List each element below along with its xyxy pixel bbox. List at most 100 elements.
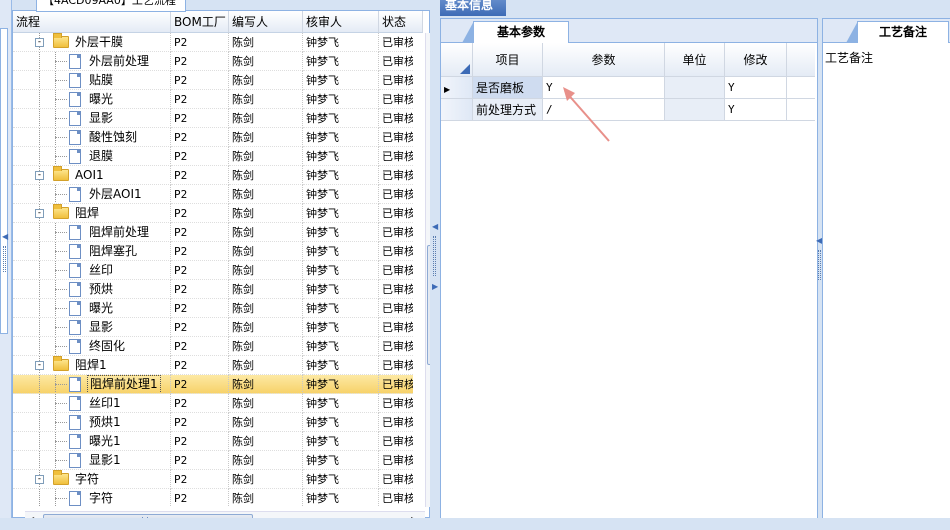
tree-row[interactable]: 退膜 P2 陈剑 钟梦飞 已审核 [13,147,413,166]
splitter-grip[interactable] [433,236,436,276]
tree-cell-name: 预烘1 [13,413,171,432]
tree-cell-reviewer: 钟梦飞 [303,489,379,507]
tree-row[interactable]: 预烘 P2 陈剑 钟梦飞 已审核 [13,280,413,299]
expand-right-arrow-icon[interactable]: ▶ [432,282,438,291]
tree-row[interactable]: 终固化 P2 陈剑 钟梦飞 已审核 [13,337,413,356]
tree-row[interactable]: 阻焊前处理1 P2 陈剑 钟梦飞 已审核 [13,375,413,394]
document-icon [69,282,81,297]
tree-cell-reviewer: 钟梦飞 [303,147,379,166]
tree-cell-writer: 陈剑 [229,451,303,470]
tree-cell-writer: 陈剑 [229,223,303,242]
collapse-toggle-icon[interactable]: - [35,38,44,47]
tree-node-label: 阻焊 [75,206,100,220]
tree-row[interactable]: 曝光 P2 陈剑 钟梦飞 已审核 [13,299,413,318]
tree-cell-writer: 陈剑 [229,356,303,375]
tree-row[interactable]: 显影 P2 陈剑 钟梦飞 已审核 [13,318,413,337]
tree-node-label: 曝光1 [89,434,121,448]
tree-cell-status: 已审核 [379,337,413,356]
left-strip-grip[interactable] [3,246,6,272]
grid-header-col-unit[interactable]: 单位 [665,43,725,77]
splitter-right-grip[interactable] [818,250,821,280]
tree-line [39,413,40,431]
tree-row[interactable]: - AOI1 P2 陈剑 钟梦飞 已审核 [13,166,413,185]
left-collapse-arrow-icon[interactable]: ◀ [2,232,8,241]
tree-cell-bom: P2 [171,470,229,489]
tree-node-label: 终固化 [89,339,126,353]
process-notes-label: 工艺备注 [825,51,874,65]
tab-process-notes[interactable]: 工艺备注 [846,21,949,43]
row-selector[interactable] [441,99,473,121]
tab-basic-params[interactable]: 基本参数 [462,21,569,43]
collapse-toggle-icon[interactable]: - [35,171,44,180]
tree-row[interactable]: 字符 P2 陈剑 钟梦飞 已审核 [13,489,413,507]
tree-row[interactable]: - 字符 P2 陈剑 钟梦飞 已审核 [13,470,413,489]
tree-row[interactable]: - 外层干膜 P2 陈剑 钟梦飞 已审核 [13,33,413,52]
document-icon [69,339,81,354]
tree-line [39,451,40,469]
tree-body: - 外层干膜 P2 陈剑 钟梦飞 已审核 外层前处理 P2 陈剑 钟梦飞 已审核 贴膜 P2 陈剑 钟梦飞已… [13,33,413,507]
tree-cell-reviewer: 钟梦飞 [303,375,379,394]
tree-row[interactable]: 外层前处理 P2 陈剑 钟梦飞 已审核 [13,52,413,71]
tree-node-label: 预烘 [89,282,114,296]
tree-cell-status: 已审核 [379,413,413,432]
tree-cell-bom: P2 [171,71,229,90]
grid-header-col-modify[interactable]: 修改 [725,43,787,77]
tree-row[interactable]: 曝光1 P2 陈剑 钟梦飞 已审核 [13,432,413,451]
tree-cell-bom: P2 [171,128,229,147]
tree-line [55,460,67,461]
tree-node-label: 退膜 [89,149,114,163]
grid-cell-item: 前处理方式 [473,99,543,121]
tree-cell-name: 阻焊前处理 [13,223,171,242]
annotation-arrow [563,87,610,142]
row-selector[interactable]: ▶ [441,77,473,99]
grid-header-col-item[interactable]: 项目 [473,43,543,77]
tree-line [39,71,40,89]
tree-cell-status: 已审核 [379,166,413,185]
tree-row[interactable]: 外层AOI1 P2 陈剑 钟梦飞 已审核 [13,185,413,204]
tree-cell-reviewer: 钟梦飞 [303,432,379,451]
grid-cell-unit[interactable] [665,99,725,121]
tree-row[interactable]: - 阻焊1 P2 陈剑 钟梦飞 已审核 [13,356,413,375]
tree-header-col-writer[interactable]: 编写人 [229,11,303,33]
process-flow-tab[interactable]: 【4ACD09AA0】工艺流程 [36,0,186,12]
tree-row[interactable]: 显影1 P2 陈剑 钟梦飞 已审核 [13,451,413,470]
tree-cell-status: 已审核 [379,432,413,451]
tree-cell-writer: 陈剑 [229,33,303,52]
tree-row[interactable]: - 阻焊 P2 陈剑 钟梦飞 已审核 [13,204,413,223]
document-icon [69,130,81,145]
tree-row[interactable]: 阻焊塞孔 P2 陈剑 钟梦飞 已审核 [13,242,413,261]
tree-cell-reviewer: 钟梦飞 [303,52,379,71]
tree-cell-writer: 陈剑 [229,299,303,318]
tree-line [39,261,40,279]
tree-cell-name: - 阻焊 [13,204,171,223]
tree-header-col-flow[interactable]: 流程 [13,11,171,33]
grid-cell-unit[interactable] [665,77,725,99]
tree-row[interactable]: 酸性蚀刻 P2 陈剑 钟梦飞 已审核 [13,128,413,147]
splitter-left[interactable]: ◀ ▶ [430,0,440,518]
tree-line [55,403,67,404]
tree-line [55,232,67,233]
tree-cell-name: - 阻焊1 [13,356,171,375]
tree-cell-writer: 陈剑 [229,280,303,299]
tree-row[interactable]: 阻焊前处理 P2 陈剑 钟梦飞 已审核 [13,223,413,242]
collapse-toggle-icon[interactable]: - [35,361,44,370]
collapse-toggle-icon[interactable]: - [35,475,44,484]
collapse-toggle-icon[interactable]: - [35,209,44,218]
tree-header-col-status[interactable]: 状态 [379,11,423,33]
tree-cell-reviewer: 钟梦飞 [303,204,379,223]
tree-header-col-reviewer[interactable]: 核审人 [303,11,379,33]
grid-header-col-param[interactable]: 参数 [543,43,665,77]
tree-row[interactable]: 曝光 P2 陈剑 钟梦飞 已审核 [13,90,413,109]
collapse-left-arrow-icon[interactable]: ◀ [432,222,438,231]
tree-cell-writer: 陈剑 [229,432,303,451]
tree-row[interactable]: 贴膜 P2 陈剑 钟梦飞 已审核 [13,71,413,90]
tree-header-col-bom-factory[interactable]: BOM工厂 [171,11,229,33]
tree-row[interactable]: 预烘1 P2 陈剑 钟梦飞 已审核 [13,413,413,432]
tree-cell-bom: P2 [171,52,229,71]
tree-cell-name: 外层前处理 [13,52,171,71]
tree-cell-name: 阻焊前处理1 [13,375,171,394]
tree-row[interactable]: 丝印1 P2 陈剑 钟梦飞 已审核 [13,394,413,413]
tree-cell-status: 已审核 [379,375,413,394]
tree-row[interactable]: 显影 P2 陈剑 钟梦飞 已审核 [13,109,413,128]
tree-row[interactable]: 丝印 P2 陈剑 钟梦飞 已审核 [13,261,413,280]
